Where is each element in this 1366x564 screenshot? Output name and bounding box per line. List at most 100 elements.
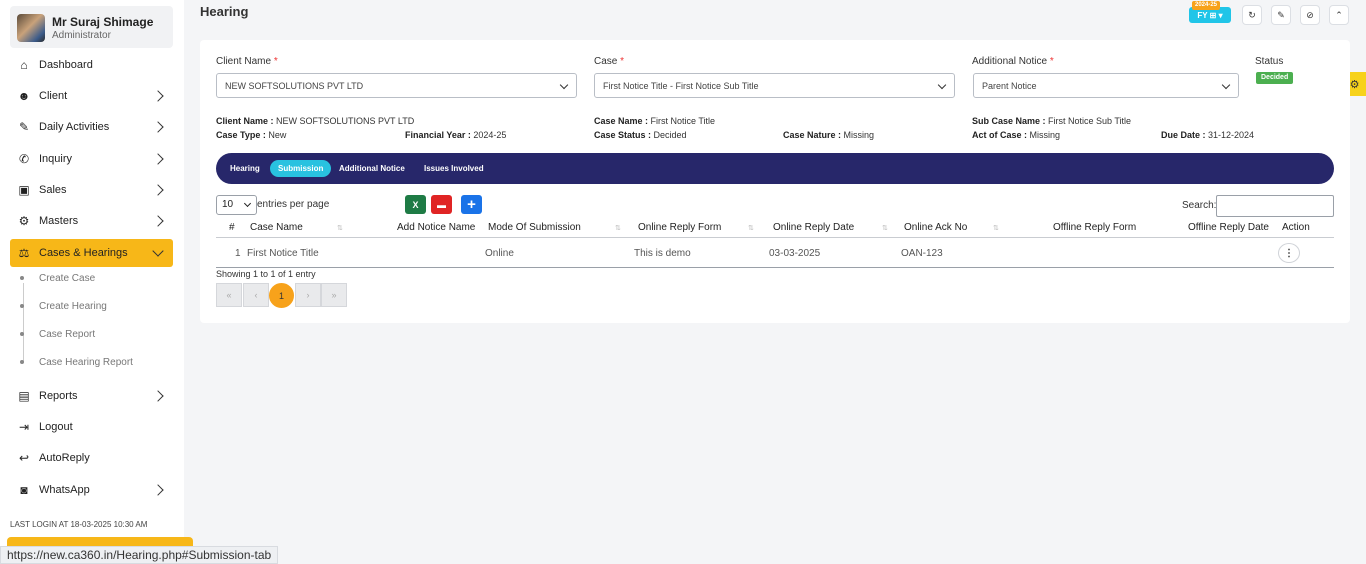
col-header-online-ack-no[interactable]: Online Ack No xyxy=(904,222,967,233)
page-first-button[interactable]: « xyxy=(216,283,242,307)
sidebar-item-label: Logout xyxy=(39,421,73,433)
chevron-right-icon xyxy=(152,153,164,165)
table-bottom-divider xyxy=(216,267,1334,268)
additional-notice-value: Parent Notice xyxy=(982,80,1037,91)
submenu-item-create-hearing[interactable]: Create Hearing xyxy=(20,298,107,314)
submenu-line xyxy=(23,283,24,363)
sidebar-item-cases-hearings[interactable]: ⚖ Cases & Hearings xyxy=(10,239,173,267)
sort-icon: ⇅ xyxy=(615,225,621,232)
search-label: Search: xyxy=(1182,200,1217,211)
cell-case-name: First Notice Title xyxy=(247,248,319,259)
info-financial-year: Financial Year : 2024-25 xyxy=(405,130,507,140)
additional-notice-select[interactable]: Parent Notice xyxy=(973,73,1239,98)
sidebar-item-autoreply[interactable]: ↩ AutoReply xyxy=(10,444,173,472)
user-card[interactable]: Mr Suraj Shimage Administrator xyxy=(10,6,173,48)
collapse-button[interactable]: ⌃ xyxy=(1329,5,1349,25)
sidebar-item-logout[interactable]: ⇥ Logout xyxy=(10,413,173,441)
cell-online-reply-date: 03-03-2025 xyxy=(769,248,821,259)
sidebar: Mr Suraj Shimage Administrator ⌂ Dashboa… xyxy=(0,0,193,564)
submenu-label: Create Case xyxy=(39,272,96,284)
fy-tag: 2024-25 xyxy=(1192,1,1221,10)
submenu-item-case-report[interactable]: Case Report xyxy=(20,326,95,342)
sidebar-item-sales[interactable]: ▣ Sales xyxy=(10,176,173,204)
col-header-case-name[interactable]: Case Name xyxy=(250,222,303,233)
cell-mode: Online xyxy=(485,248,514,259)
submenu-label: Create Hearing xyxy=(39,300,107,312)
sort-icon: ⇅ xyxy=(993,225,999,232)
user-role: Administrator xyxy=(52,30,111,41)
pin-icon: ✎ xyxy=(1277,9,1285,20)
tab-hearing[interactable]: Hearing xyxy=(222,160,268,177)
col-header-offline-reply-form[interactable]: Offline Reply Form xyxy=(1053,222,1136,233)
sidebar-item-masters[interactable]: ⚙ Masters xyxy=(10,207,173,235)
entries-per-page-select[interactable]: 10 xyxy=(216,195,257,215)
add-button[interactable]: + xyxy=(461,195,482,214)
submenu-item-create-case[interactable]: Create Case xyxy=(20,270,95,286)
col-header-online-reply-form[interactable]: Online Reply Form xyxy=(638,222,721,233)
sidebar-item-client[interactable]: ☻ Client xyxy=(10,82,173,110)
submenu-label: Case Hearing Report xyxy=(39,356,133,368)
sort-icon: ⇅ xyxy=(337,225,343,232)
col-header-mode[interactable]: Mode Of Submission xyxy=(488,222,581,233)
bullet-icon xyxy=(20,332,24,336)
avatar xyxy=(17,14,45,42)
client-name-value: NEW SOFTSOLUTIONS PVT LTD xyxy=(225,80,364,91)
row-actions-button[interactable]: ⋮ xyxy=(1278,243,1300,263)
sidebar-item-label: Cases & Hearings xyxy=(39,247,128,259)
search-input[interactable] xyxy=(1216,195,1334,217)
chevron-down-icon xyxy=(937,80,947,90)
pin-icon: ✎ xyxy=(18,120,30,134)
tab-additional-notice[interactable]: Additional Notice xyxy=(331,160,413,177)
page-last-button[interactable]: » xyxy=(321,283,347,307)
last-login: LAST LOGIN AT 18-03-2025 10:30 AM xyxy=(10,520,148,529)
tab-issues-involved[interactable]: Issues Involved xyxy=(416,160,492,177)
case-select[interactable]: First Notice Title - First Notice Sub Ti… xyxy=(594,73,955,98)
submenu-label: Case Report xyxy=(39,328,96,340)
hearing-card: Client Name * NEW SOFTSOLUTIONS PVT LTD … xyxy=(200,40,1350,323)
info-client-name: Client Name : NEW SOFTSOLUTIONS PVT LTD xyxy=(216,116,415,126)
page-next-button[interactable]: › xyxy=(295,283,321,307)
chevron-down-icon xyxy=(559,80,569,90)
col-header-online-reply-date[interactable]: Online Reply Date xyxy=(773,222,854,233)
col-header-offline-reply-date[interactable]: Offline Reply Date xyxy=(1188,222,1269,233)
tab-submission[interactable]: Submission xyxy=(270,160,332,177)
status-bar-url: https://new.ca360.in/Hearing.php#Submiss… xyxy=(0,546,279,564)
client-name-select[interactable]: NEW SOFTSOLUTIONS PVT LTD xyxy=(216,73,577,98)
sidebar-item-label: Sales xyxy=(39,184,67,196)
sidebar-item-label: Masters xyxy=(39,215,79,227)
entries-value: 10 xyxy=(222,199,234,210)
case-value: First Notice Title - First Notice Sub Ti… xyxy=(603,80,759,91)
col-header-num[interactable]: # xyxy=(229,222,235,233)
tab-bar: Hearing Submission Additional Notice Iss… xyxy=(216,153,1334,184)
page-current-button[interactable]: 1 xyxy=(269,283,294,308)
sidebar-item-label: Client xyxy=(39,90,68,102)
col-header-add-notice-name[interactable]: Add Notice Name xyxy=(397,222,475,233)
status-label: Status xyxy=(1255,56,1284,67)
refresh-icon: ↻ xyxy=(1248,9,1256,20)
cell-online-reply-form: This is demo xyxy=(634,248,691,259)
export-pdf-button[interactable]: ▬ xyxy=(431,195,452,214)
case-label: Case * xyxy=(594,56,625,67)
sidebar-item-daily-activities[interactable]: ✎ Daily Activities xyxy=(10,113,173,141)
chevron-up-icon: ⌃ xyxy=(1335,9,1343,20)
chevron-right-icon xyxy=(152,484,164,496)
sidebar-item-reports[interactable]: ▤ Reports xyxy=(10,382,173,410)
chevron-right-icon xyxy=(152,184,164,196)
info-sub-case-name: Sub Case Name : First Notice Sub Title xyxy=(972,116,1132,126)
whatsapp-icon: ◙ xyxy=(20,483,28,497)
col-header-action: Action xyxy=(1282,222,1310,233)
pin-button[interactable]: ✎ xyxy=(1271,5,1291,25)
sidebar-item-dashboard[interactable]: ⌂ Dashboard xyxy=(10,51,173,79)
sync-icon: ⊘ xyxy=(1306,9,1314,20)
submenu-item-case-hearing-report[interactable]: Case Hearing Report xyxy=(20,354,133,370)
page-prev-button[interactable]: ‹ xyxy=(243,283,269,307)
sync-button[interactable]: ⊘ xyxy=(1300,5,1320,25)
sort-icon: ⇅ xyxy=(882,225,888,232)
export-excel-button[interactable]: X xyxy=(405,195,426,214)
sidebar-item-label: Dashboard xyxy=(39,59,93,71)
file-icon: ▤ xyxy=(18,389,30,403)
refresh-button[interactable]: ↻ xyxy=(1242,5,1262,25)
sidebar-item-inquiry[interactable]: ✆ Inquiry xyxy=(10,145,173,173)
info-case-type: Case Type : New xyxy=(216,130,287,140)
sidebar-item-whatsapp[interactable]: ◙ WhatsApp xyxy=(10,476,173,504)
